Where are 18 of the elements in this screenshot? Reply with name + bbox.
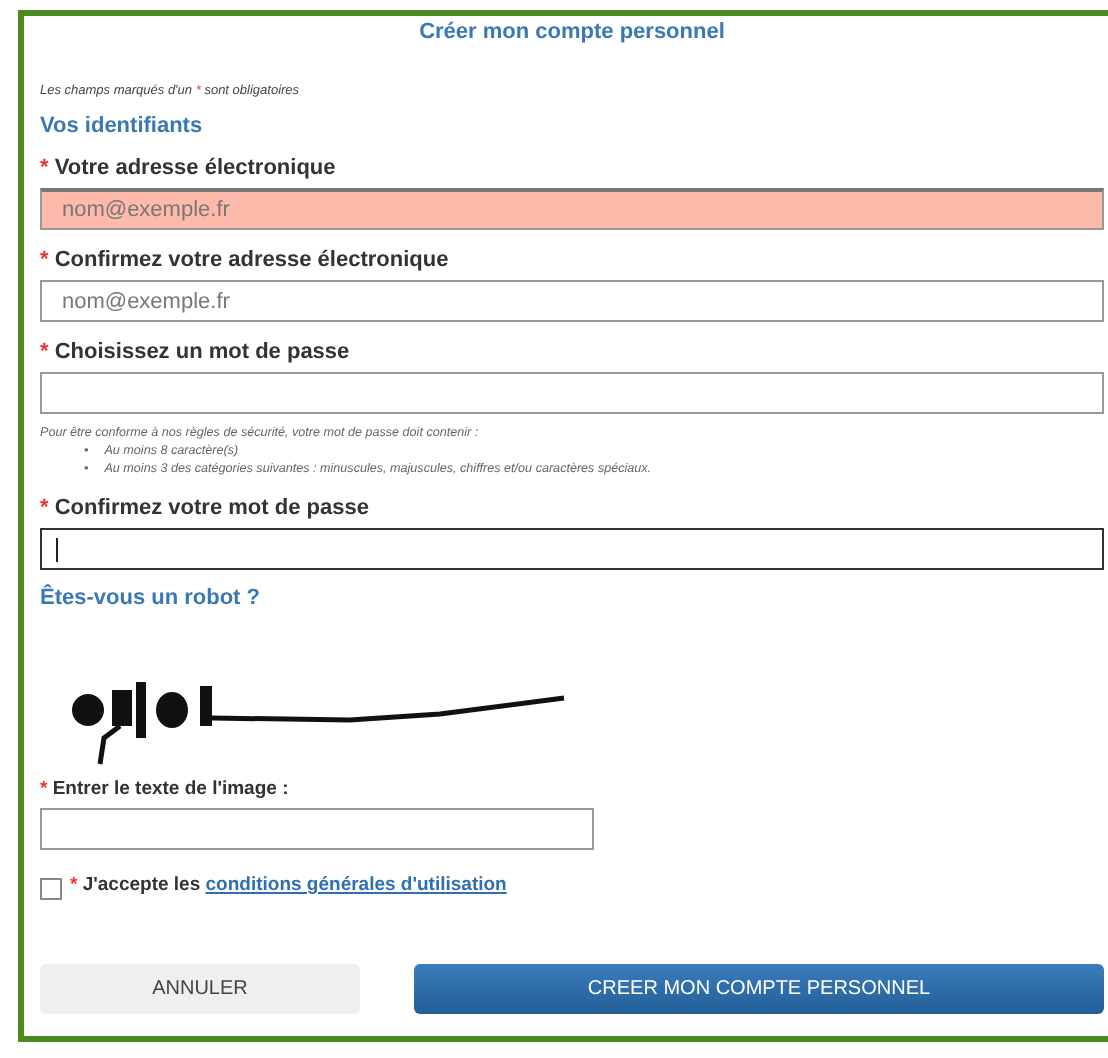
field-label: * Confirmez votre mot de passe bbox=[40, 496, 371, 520]
terms-link[interactable]: conditions générales d'utilisation bbox=[205, 874, 507, 896]
input-field[interactable] bbox=[40, 528, 1104, 570]
checkbox[interactable] bbox=[40, 878, 62, 900]
input-field[interactable] bbox=[40, 808, 594, 850]
field-label: * Confirmez votre adresse électronique bbox=[40, 248, 451, 272]
form-title: Créer mon compte personnel bbox=[417, 18, 727, 44]
terms-text: * J'accepte les conditions générales d'utilisation bbox=[70, 874, 507, 896]
section-heading: Êtes-vous un robot ? bbox=[40, 586, 262, 610]
input-field[interactable]: nom@exemple.fr bbox=[40, 188, 1104, 230]
field-label: * Choisissez un mot de passe bbox=[40, 340, 352, 364]
create-account-button[interactable]: CREER MON COMPTE PERSONNEL bbox=[414, 964, 1104, 1014]
section-heading: Vos identifiants bbox=[40, 114, 205, 138]
field-label: * Votre adresse électronique bbox=[40, 156, 338, 180]
input-field[interactable]: nom@exemple.fr bbox=[40, 280, 1104, 322]
field-label: * Entrer le texte de l'image : bbox=[40, 778, 291, 800]
input-field[interactable] bbox=[40, 372, 1104, 414]
cancel-button[interactable]: ANNULER bbox=[40, 964, 360, 1014]
